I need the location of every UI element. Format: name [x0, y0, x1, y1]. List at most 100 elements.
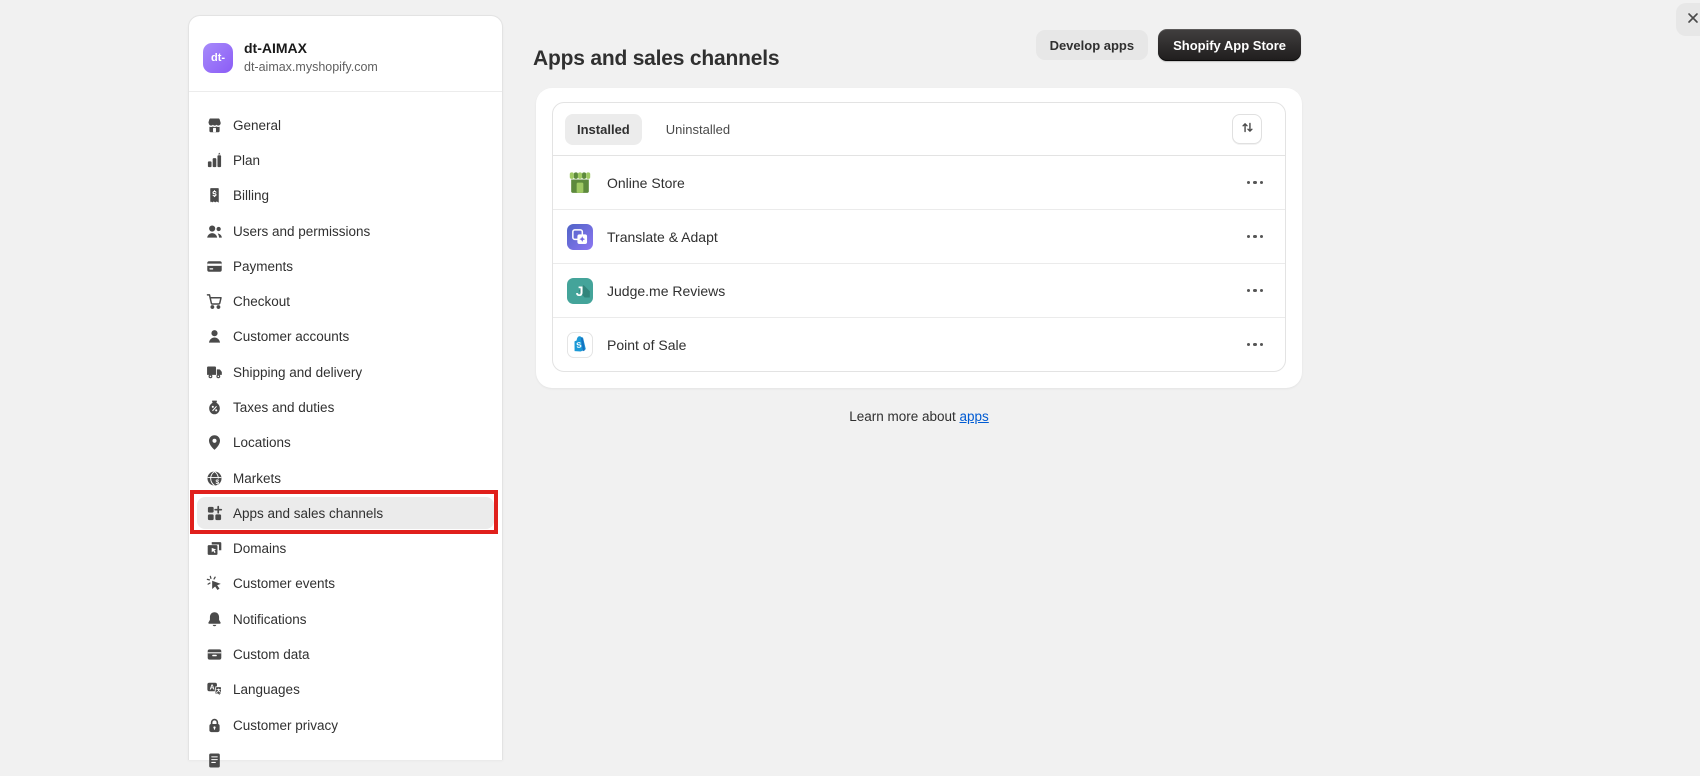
app-name: Judge.me Reviews — [607, 283, 725, 299]
row-actions-ellipsis-button[interactable] — [1245, 229, 1266, 245]
sidebar-item-label: Custom data — [233, 647, 310, 662]
apps-list-box: Installed Uninstalled Online Store Transla… — [552, 102, 1286, 372]
settings-modal-page: { "store": { "initials": "dt-", "name": … — [0, 0, 1700, 748]
sidebar-item-checkout[interactable]: Checkout — [197, 286, 494, 318]
person-icon — [205, 328, 223, 346]
apps-tabs-row: Installed Uninstalled — [553, 103, 1285, 156]
chart-icon — [205, 151, 223, 169]
sort-button[interactable] — [1232, 114, 1262, 144]
sidebar-item-label: Domains — [233, 541, 286, 556]
judgeme-icon: J — [567, 278, 593, 304]
cart-icon — [205, 293, 223, 311]
row-actions-ellipsis-button[interactable] — [1245, 337, 1266, 353]
sidebar-item-locations[interactable]: Locations — [197, 427, 494, 459]
bell-icon — [205, 610, 223, 628]
sidebar-item-label: Taxes and duties — [233, 400, 334, 415]
learn-more-text: Learn more about apps — [536, 409, 1302, 424]
header-actions: Develop apps Shopify App Store — [1036, 29, 1301, 61]
apps-grid-icon — [205, 504, 223, 522]
sidebar-item-label: Apps and sales channels — [233, 506, 383, 521]
sidebar-item-users-and-permissions[interactable]: Users and permissions — [197, 215, 494, 247]
sidebar-item-shipping-and-delivery[interactable]: Shipping and delivery — [197, 356, 494, 388]
svg-text:A: A — [209, 685, 214, 692]
sidebar-item-languages[interactable]: A Languages — [197, 674, 494, 706]
receipt-icon — [205, 187, 223, 205]
globe-icon: $ — [205, 469, 223, 487]
tab-installed[interactable]: Installed — [565, 114, 642, 145]
document-icon — [205, 751, 223, 769]
app-row-judge-me-reviews[interactable]: J Judge.me Reviews — [553, 263, 1285, 317]
sidebar-item-label: Notifications — [233, 612, 307, 627]
store-avatar: dt- — [203, 43, 233, 73]
sidebar-item-customer-privacy[interactable]: Customer privacy — [197, 709, 494, 741]
sidebar-item-apps-and-sales-channels[interactable]: Apps and sales channels — [197, 497, 494, 529]
row-actions-ellipsis-button[interactable] — [1245, 283, 1266, 299]
store-domain: dt-aimax.myshopify.com — [244, 60, 378, 76]
sidebar-item-label: Locations — [233, 435, 291, 450]
sidebar-item-billing[interactable]: Billing — [197, 180, 494, 212]
sidebar-item-clipped[interactable] — [197, 744, 494, 776]
sort-arrows-icon — [1240, 120, 1255, 138]
learn-more-prefix: Learn more about — [849, 409, 959, 424]
sidebar-item-label: Customer accounts — [233, 329, 349, 344]
sidebar-item-label: Shipping and delivery — [233, 365, 362, 380]
app-name: Online Store — [607, 175, 685, 191]
cursor-click-icon — [205, 575, 223, 593]
sidebar-item-label: Users and permissions — [233, 224, 370, 239]
sidebar-item-label: Customer privacy — [233, 718, 338, 733]
sidebar-item-taxes-and-duties[interactable]: Taxes and duties — [197, 392, 494, 424]
app-row-translate-adapt[interactable]: Translate & Adapt — [553, 209, 1285, 263]
truck-icon — [205, 363, 223, 381]
tax-bag-icon — [205, 399, 223, 417]
apps-card: Installed Uninstalled Online Store Transla… — [536, 88, 1302, 388]
store-meta: dt-AIMAX dt-aimax.myshopify.com — [244, 40, 378, 75]
store-header: dt- dt-AIMAX dt-aimax.myshopify.com — [189, 16, 502, 92]
sidebar-item-payments[interactable]: Payments — [197, 250, 494, 282]
sidebar-item-domains[interactable]: Domains — [197, 533, 494, 565]
sidebar-item-label: General — [233, 118, 281, 133]
store-name: dt-AIMAX — [244, 40, 378, 58]
lock-icon — [205, 716, 223, 734]
online-store-icon — [567, 170, 593, 196]
app-row-point-of-sale[interactable]: S Point of Sale — [553, 317, 1285, 371]
page-title: Apps and sales channels — [533, 47, 779, 71]
credit-card-icon — [205, 257, 223, 275]
users-icon — [205, 222, 223, 240]
sidebar-item-general[interactable]: General — [197, 109, 494, 141]
settings-sidebar: dt- dt-AIMAX dt-aimax.myshopify.com Gene… — [188, 15, 503, 760]
apps-rows: Online Store Translate & Adapt J Judge.me R… — [553, 156, 1285, 371]
sidebar-item-markets[interactable]: $ Markets — [197, 462, 494, 494]
sidebar-item-notifications[interactable]: Notifications — [197, 603, 494, 635]
data-box-icon — [205, 646, 223, 664]
sidebar-item-label: Customer events — [233, 576, 335, 591]
translate-adapt-icon — [567, 224, 593, 250]
translate-icon: A — [205, 681, 223, 699]
row-actions-ellipsis-button[interactable] — [1245, 175, 1266, 191]
app-name: Translate & Adapt — [607, 229, 718, 245]
close-icon — [1685, 10, 1700, 29]
sidebar-item-label: Billing — [233, 188, 269, 203]
domains-icon — [205, 540, 223, 558]
app-row-online-store[interactable]: Online Store — [553, 156, 1285, 209]
develop-apps-button[interactable]: Develop apps — [1036, 30, 1149, 60]
sidebar-item-custom-data[interactable]: Custom data — [197, 639, 494, 671]
map-pin-icon — [205, 434, 223, 452]
sidebar-item-label: Plan — [233, 153, 260, 168]
sidebar-item-label: Markets — [233, 471, 281, 486]
point-of-sale-icon: S — [567, 332, 593, 358]
apps-link[interactable]: apps — [960, 409, 989, 424]
tab-uninstalled[interactable]: Uninstalled — [666, 122, 730, 137]
svg-text:S: S — [576, 340, 582, 350]
sidebar-item-customer-accounts[interactable]: Customer accounts — [197, 321, 494, 353]
sidebar-item-label: Payments — [233, 259, 293, 274]
svg-text:J: J — [576, 283, 584, 299]
sidebar-item-customer-events[interactable]: Customer events — [197, 568, 494, 600]
app-name: Point of Sale — [607, 337, 686, 353]
storefront-icon — [205, 116, 223, 134]
sidebar-item-label: Languages — [233, 682, 300, 697]
close-button[interactable] — [1676, 3, 1700, 36]
svg-text:$: $ — [215, 479, 219, 486]
sidebar-item-plan[interactable]: Plan — [197, 144, 494, 176]
shopify-app-store-button[interactable]: Shopify App Store — [1158, 29, 1301, 61]
sidebar-item-label: Checkout — [233, 294, 290, 309]
